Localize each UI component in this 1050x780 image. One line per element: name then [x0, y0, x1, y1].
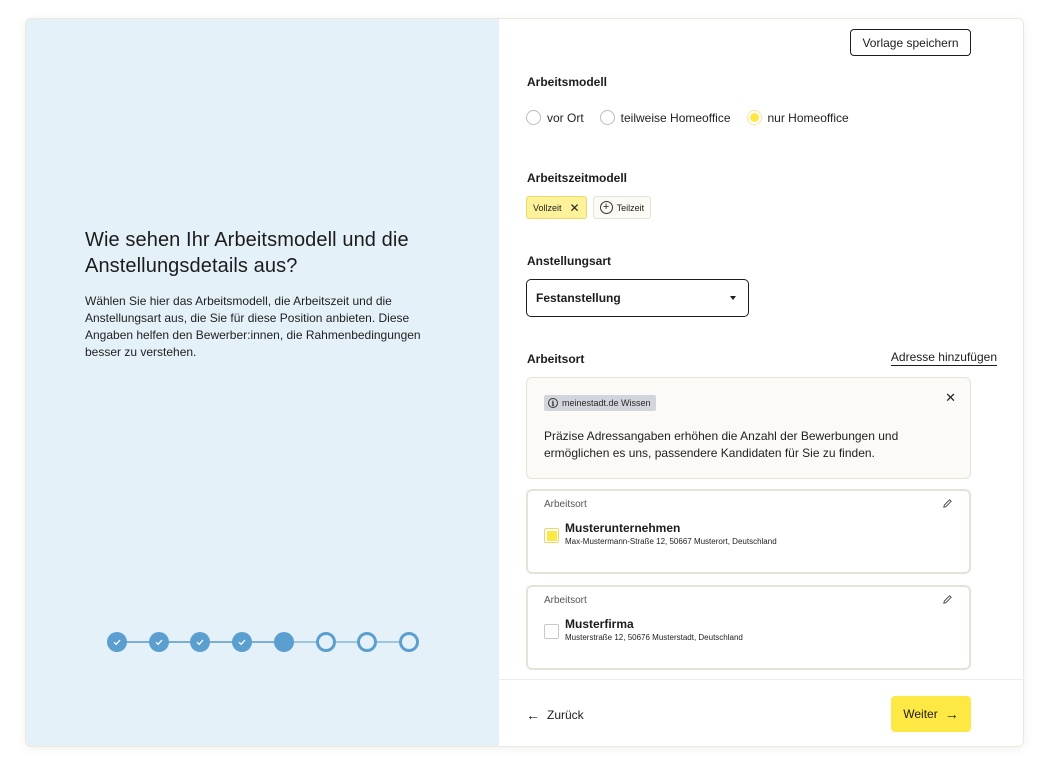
arrow-right-icon: → [944, 706, 959, 722]
wizard-footer: ← Zurück Weiter → [499, 679, 1023, 746]
location-label: Arbeitsort [527, 352, 585, 366]
check-icon [238, 639, 246, 646]
radio-button[interactable] [599, 110, 615, 125]
form-panel: Vorlage speichern Arbeitsmodell vor Ort … [499, 19, 1023, 746]
info-badge: i meinestadt.de Wissen [544, 395, 656, 411]
badge-label: meinestadt.de Wissen [562, 398, 651, 408]
address-street: Musterstraße 12, 50676 Musterstadt, Deut… [565, 633, 743, 642]
info-text: Präzise Adressangaben erhöhen die Anzahl… [544, 429, 899, 460]
radio-button[interactable] [526, 110, 541, 125]
employment-type-select[interactable]: Festanstellung [526, 279, 749, 317]
close-icon[interactable]: ✕ [570, 202, 580, 214]
work-model-radio-group: vor Ort teilweise Homeoffice nur Homeoff… [526, 110, 865, 125]
working-time-chips: Vollzeit ✕ + Teilzeit [526, 196, 657, 219]
arrow-left-icon: ← [526, 707, 540, 723]
address-card-1[interactable]: Arbeitsort Musterunternehmen Max-Musterm… [526, 489, 971, 574]
radio-button-selected[interactable] [746, 110, 762, 125]
next-button[interactable]: Weiter → [891, 696, 971, 732]
info-icon: i [548, 398, 558, 408]
address-checkbox-checked[interactable] [544, 528, 559, 543]
next-label: Weiter [903, 707, 938, 721]
employment-type-label: Anstellungsart [527, 254, 612, 268]
check-icon [155, 639, 163, 646]
address-name: Musterfirma [565, 617, 634, 631]
step-1-completed[interactable] [107, 632, 127, 652]
wizard-card: Wie sehen Ihr Arbeitsmodell und die Anst… [25, 18, 1024, 747]
check-icon [113, 639, 121, 646]
intro-panel: Wie sehen Ihr Arbeitsmodell und die Anst… [26, 19, 499, 746]
step-4-completed[interactable] [232, 632, 253, 652]
step-3-completed[interactable] [190, 632, 211, 652]
step-2-completed[interactable] [148, 632, 169, 652]
address-street: Max-Mustermann-Straße 12, 50667 Musteror… [565, 537, 777, 546]
radio-teilweise-homeoffice[interactable]: teilweise Homeoffice [599, 110, 731, 125]
pencil-icon[interactable] [942, 498, 953, 509]
step-6-pending [315, 632, 336, 652]
step-5-current[interactable] [273, 632, 294, 652]
chip-vollzeit[interactable]: Vollzeit ✕ [526, 196, 587, 219]
working-time-label: Arbeitszeitmodell [527, 171, 628, 185]
step-7-pending [357, 632, 378, 652]
address-card-label: Arbeitsort [544, 595, 587, 606]
back-button[interactable]: ← Zurück [526, 707, 584, 723]
radio-label: nur Homeoffice [767, 110, 849, 125]
step-8-pending [398, 632, 419, 652]
back-label: Zurück [547, 708, 584, 722]
address-card-2[interactable]: Arbeitsort Musterfirma Musterstraße 12, … [526, 585, 971, 670]
progress-stepper [107, 631, 419, 653]
address-name: Musterunternehmen [565, 521, 681, 535]
chip-label: Vollzeit [533, 202, 562, 213]
radio-label: teilweise Homeoffice [620, 110, 731, 125]
info-box: i meinestadt.de Wissen ✕ Präzise Adressa… [526, 377, 971, 479]
chip-teilzeit[interactable]: + Teilzeit [592, 196, 652, 219]
radio-label: vor Ort [547, 110, 584, 125]
save-template-button[interactable]: Vorlage speichern [850, 29, 971, 56]
radio-nur-homeoffice[interactable]: nur Homeoffice [746, 110, 849, 125]
select-value: Festanstellung [536, 291, 621, 305]
close-icon[interactable]: ✕ [945, 390, 956, 406]
address-checkbox[interactable] [544, 624, 559, 639]
address-card-label: Arbeitsort [544, 499, 587, 510]
work-model-label: Arbeitsmodell [527, 75, 608, 89]
page-title: Wie sehen Ihr Arbeitsmodell und die Anst… [85, 229, 409, 277]
radio-vor-ort[interactable]: vor Ort [526, 110, 584, 125]
add-address-link[interactable]: Adresse hinzufügen [891, 350, 997, 364]
page-description: Wählen Sie hier das Arbeitsmodell, die A… [85, 294, 421, 359]
chip-label: Teilzeit [616, 202, 645, 213]
pencil-icon[interactable] [942, 594, 953, 605]
check-icon [196, 639, 204, 646]
caret-down-icon [730, 296, 736, 300]
plus-circle-icon: + [599, 201, 613, 214]
